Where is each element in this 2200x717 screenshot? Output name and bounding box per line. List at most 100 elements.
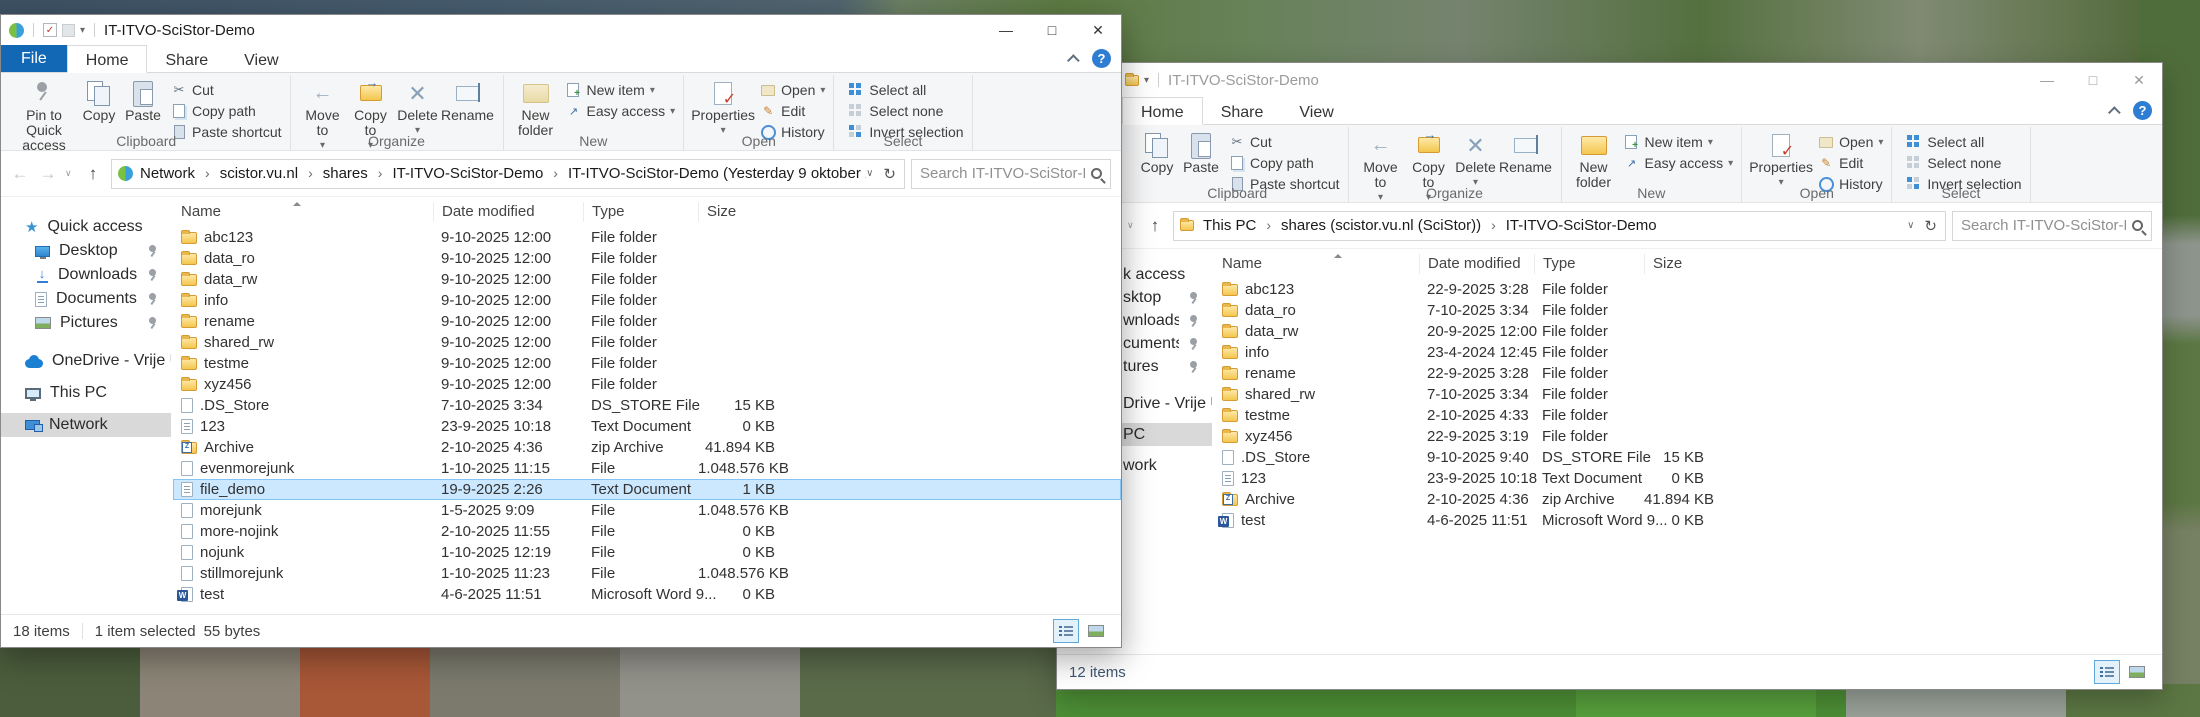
copy-button[interactable]: Copy	[77, 77, 121, 123]
paste-button[interactable]: Paste	[121, 77, 165, 123]
open-button[interactable]: Open▾	[760, 81, 825, 99]
properties-button[interactable]: Properties▾	[1750, 129, 1812, 190]
pin-icon[interactable]	[147, 293, 158, 305]
maximize-button[interactable]: □	[2070, 63, 2116, 97]
recent-locations-icon[interactable]: ∨	[65, 168, 75, 179]
column-header-name[interactable]: Name	[1214, 254, 1419, 274]
file-row[interactable]: abc123 9-10-2025 12:00 File folder	[173, 227, 1121, 248]
column-header-date[interactable]: Date modified	[1419, 254, 1534, 274]
forward-button[interactable]: →	[37, 164, 59, 184]
search-input[interactable]	[920, 165, 1085, 182]
details-view-button[interactable]	[1053, 619, 1079, 643]
column-header-size[interactable]: Size	[698, 202, 783, 222]
tab-view[interactable]: View	[226, 45, 296, 72]
file-row[interactable]: info 23-4-2024 12:45 File folder	[1214, 342, 2162, 363]
new-folder-button[interactable]: New folder	[1570, 129, 1618, 190]
file-row[interactable]: data_rw 20-9-2025 12:00 File folder	[1214, 321, 2162, 342]
select-none-button[interactable]: Select none	[1906, 154, 2021, 172]
column-header-type[interactable]: Type	[1534, 254, 1644, 274]
file-row[interactable]: Archive 2-10-2025 4:36 zip Archive 41.89…	[1214, 489, 2162, 510]
tab-view[interactable]: View	[1281, 97, 1351, 124]
file-row[interactable]: shared_rw 7-10-2025 3:34 File folder	[1214, 384, 2162, 405]
edit-button[interactable]: Edit	[760, 102, 825, 120]
collapse-ribbon-icon[interactable]	[1067, 54, 1080, 67]
file-row[interactable]: rename 9-10-2025 12:00 File folder	[173, 311, 1121, 332]
up-button[interactable]: ↑	[81, 164, 105, 184]
breadcrumb-segment[interactable]: scistor.vu.nl	[200, 165, 303, 182]
breadcrumb-segment[interactable]: Network	[135, 165, 200, 182]
file-row[interactable]: test 4-6-2025 11:51 Microsoft Word 9... …	[1214, 510, 2162, 531]
delete-button[interactable]: Delete▾	[395, 77, 441, 138]
file-row[interactable]: file_demo 19-9-2025 2:26 Text Document 1…	[173, 479, 1121, 500]
edit-button[interactable]: Edit	[1818, 154, 1883, 172]
search-box[interactable]	[1952, 211, 2152, 241]
tab-share[interactable]: Share	[147, 45, 226, 72]
tab-file[interactable]: File	[1, 45, 67, 72]
easy-access-button[interactable]: Easy access▾	[566, 102, 676, 120]
file-row[interactable]: 123 23-9-2025 10:18 Text Document 0 KB	[1214, 468, 2162, 489]
sidebar-item[interactable]: OneDrive - Vrije Univ	[1, 349, 171, 373]
help-button[interactable]: ?	[1092, 49, 1111, 68]
recent-locations-icon[interactable]: ∨	[1127, 220, 1137, 231]
file-row[interactable]: shared_rw 9-10-2025 12:00 File folder	[173, 332, 1121, 353]
open-button[interactable]: Open▾	[1818, 133, 1883, 151]
refresh-icon[interactable]: ↻	[883, 165, 896, 183]
collapse-ribbon-icon[interactable]	[2108, 106, 2121, 119]
sidebar-item[interactable]: This PC	[1, 381, 171, 405]
sidebar-item[interactable]: Network	[1, 413, 171, 437]
breadcrumb-segment[interactable]: This PC	[1198, 217, 1261, 234]
thumbnail-view-button[interactable]	[2124, 660, 2150, 684]
pin-icon[interactable]	[147, 317, 158, 329]
search-box[interactable]	[911, 159, 1111, 189]
tab-home[interactable]: Home	[67, 45, 148, 73]
file-row[interactable]: data_ro 9-10-2025 12:00 File folder	[173, 248, 1121, 269]
column-header-date[interactable]: Date modified	[433, 202, 583, 222]
breadcrumb-segment[interactable]: IT-ITVO-SciStor-Demo (Yesterday 9 oktobe…	[548, 165, 866, 182]
file-row[interactable]: stillmorejunk 1-10-2025 11:23 File 1.048…	[173, 563, 1121, 584]
file-row[interactable]: rename 22-9-2025 3:28 File folder	[1214, 363, 2162, 384]
rename-button[interactable]: Rename	[441, 77, 495, 123]
copy-path-button[interactable]: Copy path	[1229, 154, 1340, 172]
cut-button[interactable]: Cut	[1229, 133, 1340, 151]
help-button[interactable]: ?	[2133, 101, 2152, 120]
sidebar-item[interactable]: Desktop	[1, 239, 171, 263]
maximize-button[interactable]: □	[1029, 15, 1075, 45]
qat-customize-icon[interactable]: ▾	[80, 25, 85, 36]
file-row[interactable]: data_rw 9-10-2025 12:00 File folder	[173, 269, 1121, 290]
sidebar-item[interactable]: Pictures	[1, 311, 171, 335]
breadcrumb[interactable]: This PCshares (scistor.vu.nl (SciStor))I…	[1173, 211, 1946, 241]
breadcrumb[interactable]: Networkscistor.vu.nlsharesIT-ITVO-SciSto…	[111, 159, 905, 189]
breadcrumb-segment[interactable]: shares	[303, 165, 373, 182]
qat-new-folder-icon[interactable]	[62, 24, 75, 37]
sidebar-item[interactable]: Quick access	[1, 215, 171, 239]
file-row[interactable]: data_ro 7-10-2025 3:34 File folder	[1214, 300, 2162, 321]
breadcrumb-segment[interactable]: IT-ITVO-SciStor-Demo	[373, 165, 549, 182]
file-row[interactable]: evenmorejunk 1-10-2025 11:15 File 1.048.…	[173, 458, 1121, 479]
minimize-button[interactable]: —	[2024, 63, 2070, 97]
sidebar-item[interactable]: Downloads	[1, 263, 171, 287]
minimize-button[interactable]: —	[983, 15, 1029, 45]
address-dropdown-icon[interactable]: ∨	[1907, 220, 1914, 231]
address-dropdown-icon[interactable]: ∨	[866, 168, 873, 179]
file-row[interactable]: 123 23-9-2025 10:18 Text Document 0 KB	[173, 416, 1121, 437]
file-row[interactable]: test 4-6-2025 11:51 Microsoft Word 9... …	[173, 584, 1121, 605]
pin-icon[interactable]	[1188, 315, 1199, 327]
column-header-size[interactable]: Size	[1644, 254, 1712, 274]
file-row[interactable]: xyz456 9-10-2025 12:00 File folder	[173, 374, 1121, 395]
column-header-name[interactable]: Name	[173, 202, 433, 222]
file-row[interactable]: morejunk 1-5-2025 9:09 File 1.048.576 KB	[173, 500, 1121, 521]
file-row[interactable]: .DS_Store 9-10-2025 9:40 DS_STORE File 1…	[1214, 447, 2162, 468]
select-all-button[interactable]: Select all	[848, 81, 963, 99]
rename-button[interactable]: Rename	[1499, 129, 1553, 175]
properties-button[interactable]: Properties▾	[692, 77, 754, 138]
paste-button[interactable]: Paste	[1179, 129, 1223, 175]
copy-path-button[interactable]: Copy path	[171, 102, 282, 120]
file-row[interactable]: info 9-10-2025 12:00 File folder	[173, 290, 1121, 311]
up-button[interactable]: ↑	[1143, 216, 1167, 236]
select-none-button[interactable]: Select none	[848, 102, 963, 120]
title-bar[interactable]: ▾ IT-ITVO-SciStor-Demo — □ ✕	[1, 15, 1121, 45]
search-input[interactable]	[1961, 217, 2126, 234]
new-item-button[interactable]: New item▾	[1624, 133, 1734, 151]
refresh-icon[interactable]: ↻	[1924, 217, 1937, 235]
details-view-button[interactable]	[2094, 660, 2120, 684]
